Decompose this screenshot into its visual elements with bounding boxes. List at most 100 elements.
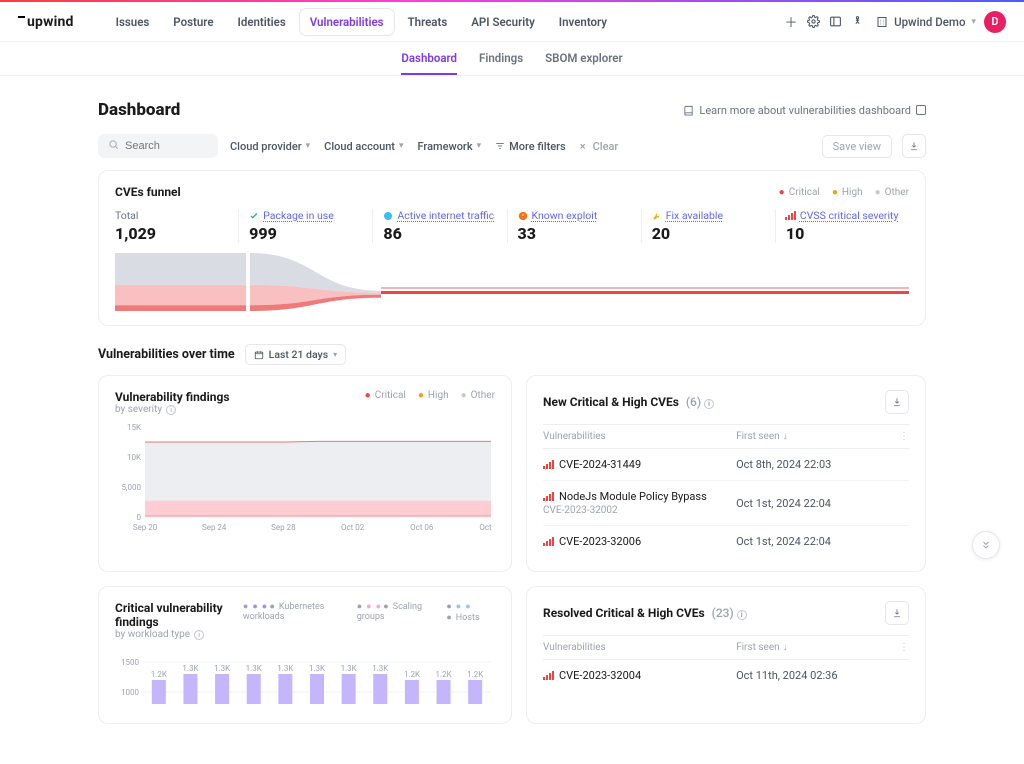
bar-legend: ● Kubernetes workloads ● Scaling groups … <box>243 601 495 623</box>
new-cves-title: New Critical & High CVEs <box>543 395 679 409</box>
gear-icon[interactable] <box>802 11 824 33</box>
svg-text:1.2K: 1.2K <box>435 670 452 679</box>
resolved-cves-count: (23) <box>712 606 734 620</box>
subnav-findings[interactable]: Findings <box>479 43 523 75</box>
info-icon[interactable]: i <box>704 399 714 409</box>
chevron-down-icon: ▾ <box>333 350 337 359</box>
main-nav-list: IssuesPostureIdentitiesVulnerabilitiesTh… <box>106 9 617 35</box>
svg-text:1.2K: 1.2K <box>404 670 421 679</box>
svg-text:1.3K: 1.3K <box>372 664 389 673</box>
svg-text:1.3K: 1.3K <box>182 664 199 673</box>
col-first-seen[interactable]: First seen ↓ <box>736 431 897 442</box>
funnel-step-3[interactable]: Known exploit33 <box>507 209 641 243</box>
nav-item-threats[interactable]: Threats <box>398 9 458 35</box>
filter-bar: Cloud provider▾Cloud account▾Framework▾ … <box>98 134 926 158</box>
nav-item-inventory[interactable]: Inventory <box>549 9 617 35</box>
sub-nav: Dashboard Findings SBOM explorer <box>0 42 1024 76</box>
dot-icon <box>383 211 393 221</box>
download-button[interactable] <box>902 134 926 158</box>
svg-text:1.3K: 1.3K <box>277 664 294 673</box>
subnav-sbom-explorer[interactable]: SBOM explorer <box>545 43 623 75</box>
download-icon <box>892 608 902 618</box>
svg-text:Sep 28: Sep 28 <box>271 523 296 532</box>
new-cves-count: (6) <box>686 395 701 409</box>
search-input[interactable] <box>125 140 205 152</box>
nav-item-vulnerabilities[interactable]: Vulnerabilities <box>300 9 394 35</box>
nav-item-posture[interactable]: Posture <box>163 9 223 35</box>
area-subtitle: by severity <box>115 404 162 415</box>
svg-text:1000: 1000 <box>121 688 139 697</box>
time-range-picker[interactable]: Last 21 days ▾ <box>245 344 346 365</box>
info-icon[interactable]: i <box>166 405 176 415</box>
col-vulnerabilities[interactable]: Vulnerabilities <box>543 431 736 442</box>
panel-icon[interactable] <box>824 11 846 33</box>
table-row[interactable]: CVE-2024-31449Oct 8th, 2024 22:03 <box>543 449 909 481</box>
svg-text:Oct 10: Oct 10 <box>479 523 495 532</box>
nav-item-identities[interactable]: Identities <box>228 9 296 35</box>
severity-icon <box>543 537 554 546</box>
org-picker[interactable]: Upwind Demo ▾ <box>876 15 976 29</box>
critical-bar-card: Critical vulnerability findings by workl… <box>98 586 512 724</box>
filter-icon <box>495 141 505 151</box>
add-icon[interactable]: ＋ <box>780 11 802 33</box>
bar-title: Critical vulnerability findings <box>115 601 243 629</box>
table-row[interactable]: CVE-2023-32006Oct 1st, 2024 22:04 <box>543 526 909 557</box>
funnel-step-1[interactable]: Package in use999 <box>238 209 372 243</box>
search-input-wrap[interactable] <box>98 134 218 158</box>
cve-funnel-card: CVEs funnel Critical High Other Total1,0… <box>98 170 926 326</box>
svg-text:1.3K: 1.3K <box>309 664 326 673</box>
calendar-icon <box>254 350 264 360</box>
nav-item-issues[interactable]: Issues <box>106 9 160 35</box>
activity-icon[interactable] <box>846 11 868 33</box>
col-vulnerabilities[interactable]: Vulnerabilities <box>543 642 736 653</box>
table-row[interactable]: CVE-2023-32004Oct 11th, 2024 02:36 <box>543 660 909 691</box>
severity-icon <box>543 460 554 469</box>
search-icon <box>108 139 119 153</box>
download-button[interactable] <box>885 601 909 625</box>
svg-text:10K: 10K <box>127 453 142 462</box>
filter-framework[interactable]: Framework▾ <box>416 136 484 157</box>
funnel-step-2[interactable]: Active internet traffic86 <box>372 209 506 243</box>
save-view-button[interactable]: Save view <box>822 135 892 158</box>
clear-filters-button[interactable]: Clear <box>578 136 621 157</box>
svg-text:Oct 06: Oct 06 <box>410 523 434 532</box>
svg-text:Oct 02: Oct 02 <box>341 523 365 532</box>
brand-logo: upwind <box>18 14 74 30</box>
svg-text:5,000: 5,000 <box>121 483 141 492</box>
filter-cloud-account[interactable]: Cloud account▾ <box>322 136 405 157</box>
svg-text:0: 0 <box>137 513 142 522</box>
chevron-down-icon: ▾ <box>477 141 482 151</box>
resolved-cves-card: Resolved Critical & High CVEs (23) i Vul… <box>526 586 926 724</box>
severity-icon <box>543 671 554 680</box>
area-legend: Critical High Other <box>365 390 495 401</box>
svg-text:1.2K: 1.2K <box>151 670 168 679</box>
download-icon <box>909 141 919 151</box>
funnel-step-5[interactable]: CVSS critical severity10 <box>775 209 909 243</box>
alert-icon <box>518 211 528 221</box>
page-title: Dashboard <box>98 100 180 120</box>
more-filters-button[interactable]: More filters <box>493 136 568 157</box>
svg-text:1.3K: 1.3K <box>214 664 231 673</box>
info-icon[interactable]: i <box>194 630 204 640</box>
svg-text:Sep 24: Sep 24 <box>202 523 227 532</box>
funnel-chart <box>115 253 381 311</box>
subnav-dashboard[interactable]: Dashboard <box>401 43 457 75</box>
findings-area-card: Vulnerability findings by severity i Crit… <box>98 375 512 572</box>
avatar[interactable]: D <box>984 11 1006 33</box>
nav-item-api-security[interactable]: API Security <box>461 9 545 35</box>
new-cves-card: New Critical & High CVEs (6) i Vulnerabi… <box>526 375 926 572</box>
svg-text:1.2K: 1.2K <box>467 670 484 679</box>
top-nav: upwind IssuesPostureIdentitiesVulnerabil… <box>0 2 1024 42</box>
table-row[interactable]: NodeJs Module Policy BypassCVE-2023-3200… <box>543 481 909 526</box>
filter-cloud-provider[interactable]: Cloud provider▾ <box>228 136 312 157</box>
info-icon[interactable]: i <box>737 610 747 620</box>
area-title: Vulnerability findings <box>115 390 230 404</box>
chevron-down-icon: ▾ <box>399 141 404 151</box>
learn-more-link[interactable]: Learn more about vulnerabilities dashboa… <box>683 104 926 117</box>
svg-text:1.3K: 1.3K <box>246 664 263 673</box>
col-first-seen[interactable]: First seen ↓ <box>736 642 897 653</box>
scroll-fab[interactable] <box>972 531 1000 559</box>
funnel-step-4[interactable]: Fix available20 <box>641 209 775 243</box>
bar-chart: 100015001.2K1.3K1.3K1.3K1.3K1.3K1.3K1.3K… <box>115 646 495 706</box>
download-button[interactable] <box>885 390 909 414</box>
